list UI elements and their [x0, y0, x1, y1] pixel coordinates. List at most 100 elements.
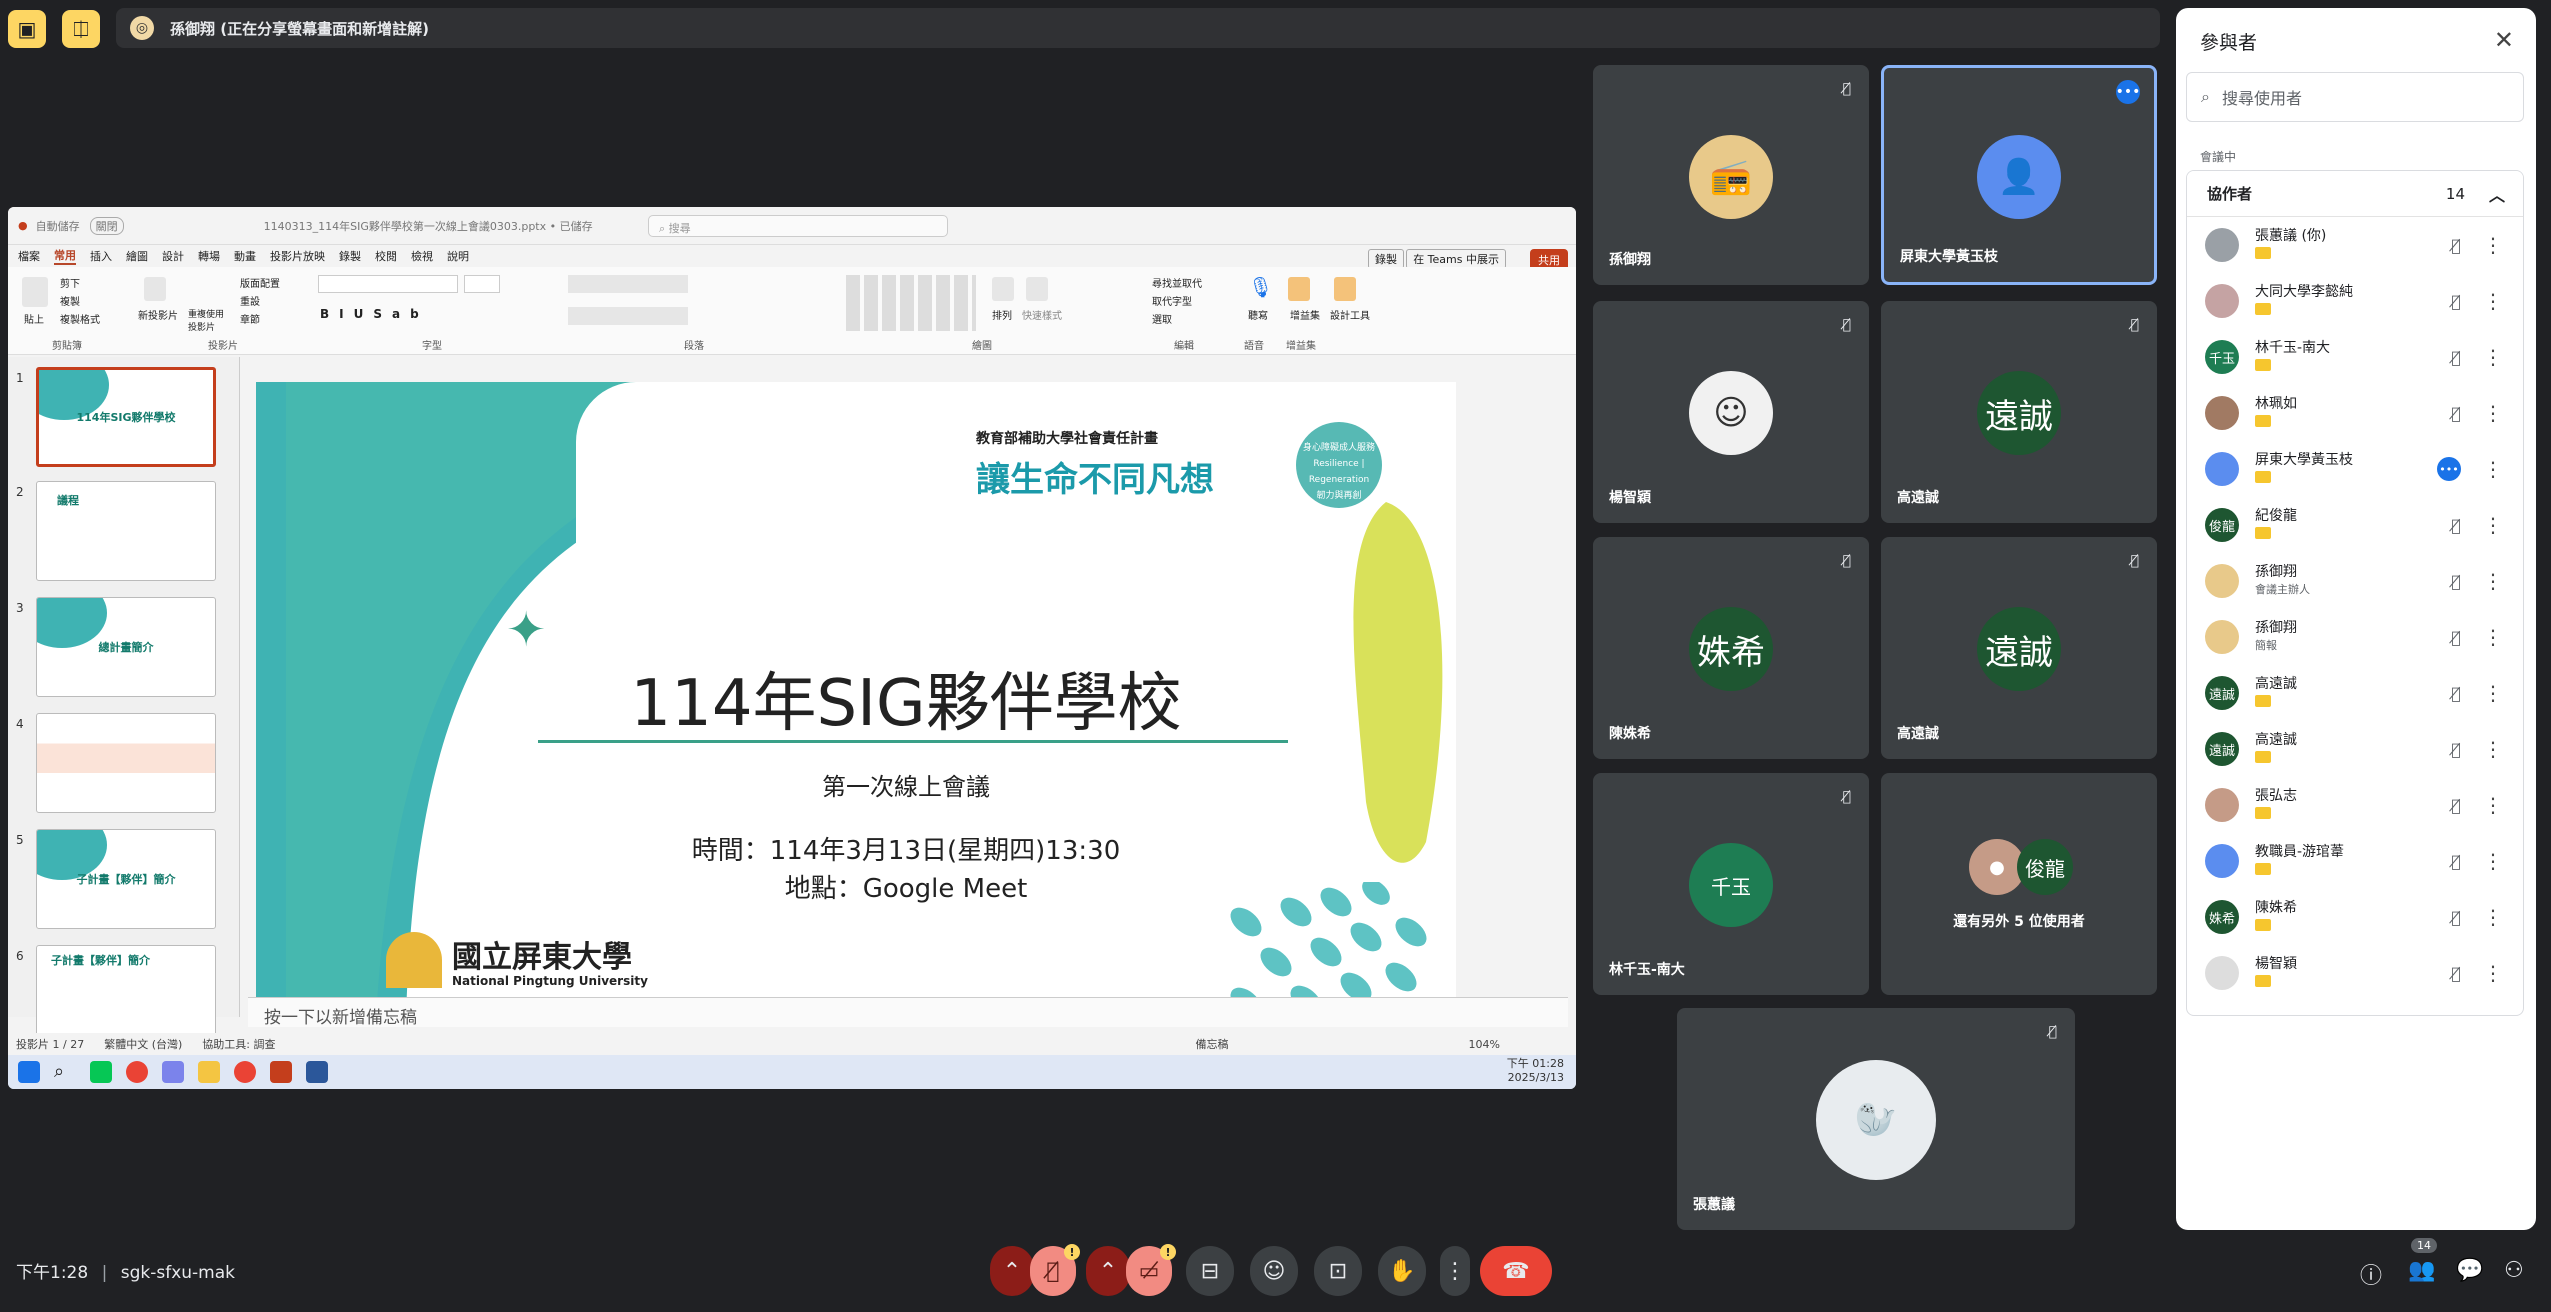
ribbon-tab[interactable]: 插入 [90, 248, 112, 264]
participant-row[interactable]: 千玉 林千玉-南大 🎙̸ ⋮ [2187, 329, 2523, 385]
mic-off-icon[interactable]: 🎙̸ [2451, 740, 2461, 759]
door-icon[interactable]: ⎅ [62, 10, 100, 48]
info-icon[interactable]: ⓘ [2360, 1258, 2382, 1290]
more-vert-icon[interactable]: ⋮ [2483, 233, 2503, 257]
teams-button[interactable]: 在 Teams 中展示 [1406, 249, 1506, 269]
line-app-icon[interactable] [90, 1061, 112, 1083]
search-icon[interactable]: ⌕ [54, 1061, 76, 1083]
participant-row[interactable]: 張蕙議 (你) 🎙̸ ⋮ [2187, 217, 2523, 273]
more-vert-icon[interactable]: ⋮ [2483, 513, 2503, 537]
ribbon-tab[interactable]: 說明 [447, 248, 469, 264]
teams-icon[interactable] [162, 1061, 184, 1083]
mic-off-icon[interactable]: 🎙̸ [2451, 964, 2461, 983]
mic-off-icon[interactable]: 🎙̸ [2451, 628, 2461, 647]
mic-off-icon[interactable]: 🎙̸ [2451, 684, 2461, 703]
more-vert-icon[interactable]: ⋮ [2483, 849, 2503, 873]
tile-4[interactable]: 姝希 🎙̸ 陳姝希 [1593, 537, 1869, 759]
zoom-level[interactable]: 104% [1469, 1038, 1500, 1051]
format-painter-button[interactable]: 複製格式 [60, 311, 100, 326]
ribbon-tab[interactable]: 常用 [54, 247, 76, 265]
mic-off-icon[interactable]: 🎙̸ [2451, 292, 2461, 311]
participant-row[interactable]: 教職員-游琯葦 🎙̸ ⋮ [2187, 833, 2523, 889]
font-style-buttons[interactable]: BIUSab [320, 307, 429, 321]
activities-icon[interactable]: ⚇ [2504, 1258, 2524, 1283]
ribbon-tab[interactable]: 錄製 [339, 248, 361, 264]
windows-start-icon[interactable] [18, 1061, 40, 1083]
participant-row[interactable]: 張弘志 🎙̸ ⋮ [2187, 777, 2523, 833]
slide-thumbnail-4[interactable] [36, 713, 216, 813]
copy-button[interactable]: 複製 [60, 293, 80, 308]
more-vert-icon[interactable]: ⋮ [2483, 737, 2503, 761]
designer-icon[interactable] [1334, 277, 1356, 301]
paste-icon[interactable] [22, 277, 48, 307]
more-vert-icon[interactable]: ⋮ [2483, 289, 2503, 313]
tile-6[interactable]: 千玉 🎙̸ 林千玉-南大 [1593, 773, 1869, 995]
ribbon-tab[interactable]: 繪圖 [126, 248, 148, 264]
font-size-select[interactable] [464, 275, 500, 293]
more-vert-icon[interactable]: ⋮ [2483, 401, 2503, 425]
reuse-slide-button[interactable]: 重複使用投影片 [188, 307, 228, 333]
participant-row[interactable]: 姝希 陳姝希 🎙̸ ⋮ [2187, 889, 2523, 945]
ribbon-tab[interactable]: 投影片放映 [270, 248, 325, 264]
more-vert-icon[interactable]: ⋮ [2483, 681, 2503, 705]
more-vert-icon[interactable]: ⋮ [2483, 625, 2503, 649]
notes-pane[interactable]: 按一下以新增備忘稿 [248, 997, 1568, 1028]
participant-row[interactable]: 俊龍 紀俊龍 🎙̸ ⋮ [2187, 497, 2523, 553]
explorer-icon[interactable] [198, 1061, 220, 1083]
raise-hand-button[interactable]: ✋ [1378, 1246, 1426, 1296]
mic-off-icon[interactable]: 🎙̸ [2451, 516, 2461, 535]
participant-row[interactable]: 楊智穎 🎙̸ ⋮ [2187, 945, 2523, 1001]
notes-toggle[interactable]: 備忘稿 [1196, 1036, 1229, 1052]
mic-off-icon[interactable]: 🎙̸ [2451, 236, 2461, 255]
reset-button[interactable]: 重設 [240, 293, 260, 308]
arrange-icon[interactable] [992, 277, 1014, 301]
tile-5[interactable]: 遠誠 🎙̸ 高遠誠 [1881, 537, 2157, 759]
language-status[interactable]: 繁體中文 (台灣) [104, 1036, 182, 1052]
autosave-toggle[interactable]: 關閉 [89, 216, 124, 235]
camera-options-button[interactable]: ⌃ [1086, 1246, 1130, 1296]
mic-off-icon[interactable]: 🎙̸ [2451, 796, 2461, 815]
dictate-icon[interactable]: 🎙 [1248, 275, 1273, 299]
slide-thumbnail-1[interactable]: 114年SIG夥伴學校 [36, 367, 216, 467]
tile-1[interactable]: 👤 ••• 屏東大學黃玉枝 [1881, 65, 2157, 285]
tile-8[interactable]: 🦭 🎙̸ 張蕙議 [1677, 1008, 2075, 1230]
word-taskbar-icon[interactable] [306, 1061, 328, 1083]
participant-row[interactable]: 屏東大學黃玉枝 ••• ⋮ [2187, 441, 2523, 497]
participant-row[interactable]: 林珮如 🎙̸ ⋮ [2187, 385, 2523, 441]
ribbon-tab[interactable]: 檔案 [18, 248, 40, 264]
people-icon[interactable]: 👥 [2408, 1258, 2435, 1283]
more-vert-icon[interactable]: ⋮ [2483, 793, 2503, 817]
tile-0[interactable]: 📻 🎙̸ 孫御翔 [1593, 65, 1869, 285]
more-vert-icon[interactable]: ⋮ [2483, 905, 2503, 929]
chat-icon[interactable]: 💬 [2456, 1258, 2483, 1283]
ribbon-tab[interactable]: 轉場 [198, 248, 220, 264]
powerpoint-taskbar-icon[interactable] [270, 1061, 292, 1083]
mic-off-icon[interactable]: 🎙̸ [2451, 404, 2461, 423]
slide-thumbnail-6[interactable]: 子計畫【夥伴】簡介 [36, 945, 216, 1045]
cut-button[interactable]: 剪下 [60, 275, 80, 290]
more-options-button[interactable]: ⋮ [1440, 1246, 1470, 1296]
accessibility-status[interactable]: 協助工具: 調查 [202, 1036, 275, 1052]
tile-3[interactable]: 遠誠 🎙̸ 高遠誠 [1881, 301, 2157, 523]
record-button[interactable]: 錄製 [1368, 249, 1404, 269]
participant-row[interactable]: 遠誠 高遠誠 🎙̸ ⋮ [2187, 721, 2523, 777]
present-button[interactable]: ⊡ [1314, 1246, 1362, 1296]
pp-search-input[interactable]: ⌕ 搜尋 [648, 215, 948, 237]
participant-row[interactable]: 孫御翔 簡報 🎙̸ ⋮ [2187, 609, 2523, 665]
participant-row[interactable]: 遠誠 高遠誠 🎙̸ ⋮ [2187, 665, 2523, 721]
emoji-button[interactable]: ☺ [1250, 1246, 1298, 1296]
mic-options-button[interactable]: ⌃ [990, 1246, 1034, 1296]
replace-button[interactable]: 取代字型 [1152, 293, 1192, 308]
ribbon-tab[interactable]: 校閱 [375, 248, 397, 264]
contributors-header[interactable]: 協作者 14 ︿ [2187, 171, 2523, 217]
ribbon-tab[interactable]: 設計 [162, 248, 184, 264]
select-button[interactable]: 選取 [1152, 311, 1172, 326]
hide-pip-icon[interactable]: ▣ [8, 10, 46, 48]
slide-thumbnail-2[interactable]: 議程 [36, 481, 216, 581]
participant-row[interactable]: 孫御翔 會議主辦人 🎙̸ ⋮ [2187, 553, 2523, 609]
font-name-select[interactable] [318, 275, 458, 293]
ribbon-tab[interactable]: 動畫 [234, 248, 256, 264]
align-buttons[interactable] [568, 307, 688, 325]
quick-styles-icon[interactable] [1026, 277, 1048, 301]
more-vert-icon[interactable]: ⋮ [2483, 457, 2503, 481]
